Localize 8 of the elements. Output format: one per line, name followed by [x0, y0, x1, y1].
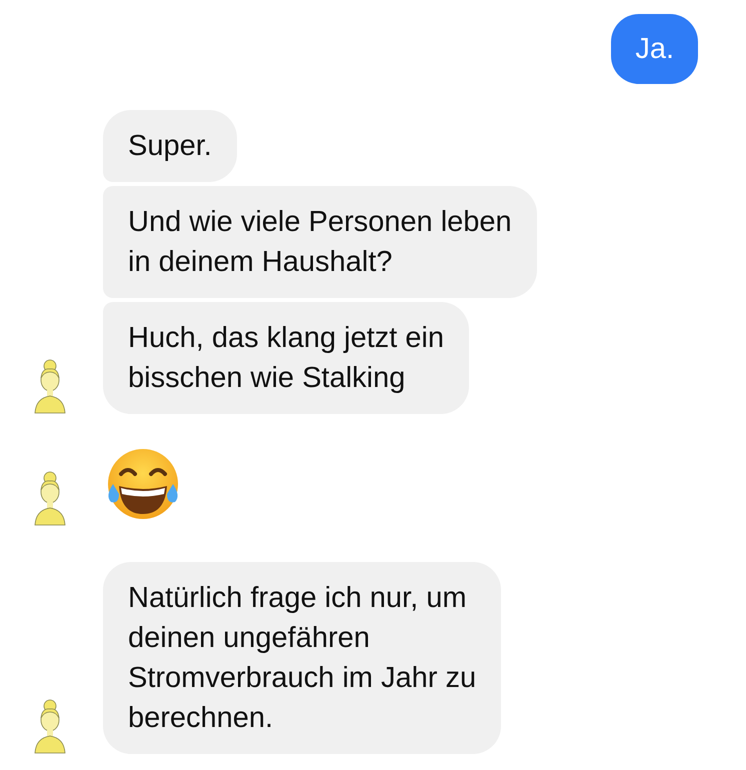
received-message: Und wie viele Personen leben in deinem Haushalt?: [103, 186, 537, 298]
received-message: Super.: [103, 110, 237, 182]
avatar-icon: [32, 470, 68, 526]
received-message: Natürlich frage ich nur, um deinen ungefähren Stromverbrauch im Jahr zu berechnen.: [103, 562, 502, 754]
received-message: Huch, das klang jetzt ein bisschen wie Stalking: [103, 302, 469, 414]
avatar-icon: [32, 358, 68, 414]
sent-message: Ja.: [611, 14, 698, 84]
avatar-icon: [32, 698, 68, 754]
